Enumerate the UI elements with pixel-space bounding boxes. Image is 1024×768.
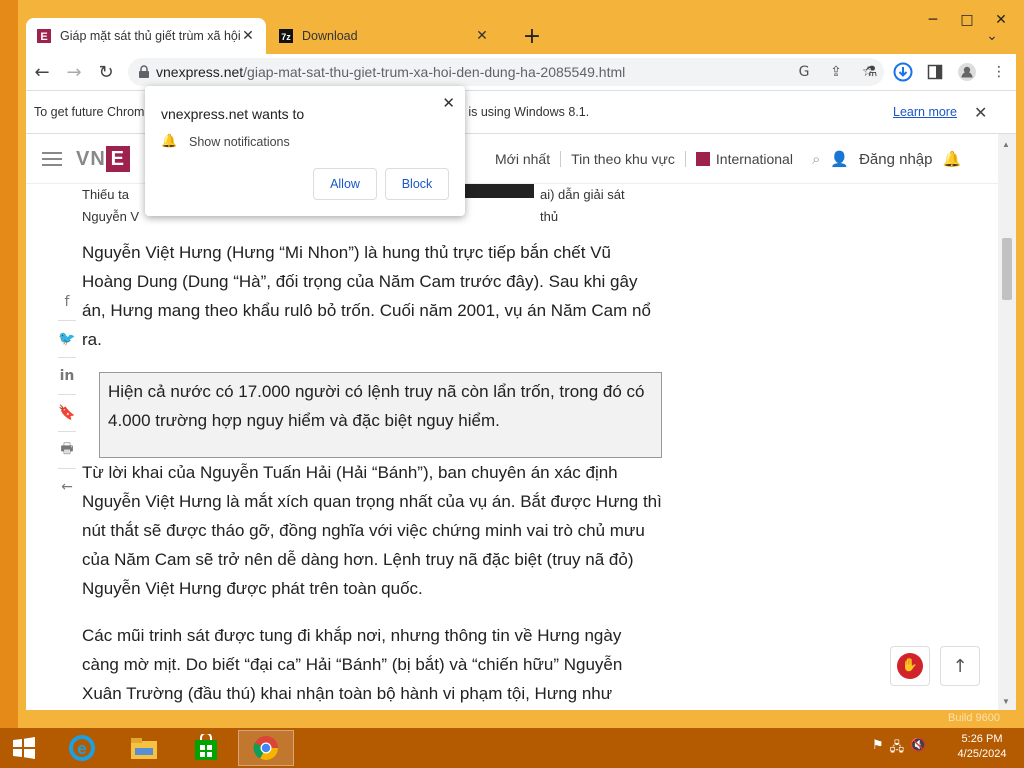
system-tray: ⚑ 🖧 🔇: [872, 738, 926, 760]
lock-icon[interactable]: [136, 64, 152, 80]
floating-buttons: ✋ ↑: [890, 646, 980, 686]
article-body: Nguyễn Việt Hưng (Hưng “Mi Nhon”) là hun…: [82, 238, 662, 372]
network-icon[interactable]: 🖧: [890, 738, 905, 760]
back-arrow-icon[interactable]: ←: [54, 469, 80, 505]
paragraph: Từ lời khai của Nguyễn Tuấn Hải (Hải “Bá…: [82, 463, 662, 598]
site-nav: Mới nhất Tin theo khu vực International: [495, 151, 793, 167]
back-button[interactable]: ←: [26, 56, 58, 88]
extension-flask-icon[interactable]: ⚗: [858, 59, 884, 85]
tab-search-button[interactable]: ⌄: [978, 18, 1006, 54]
scroll-down-arrow-icon[interactable]: ▼: [1002, 697, 1010, 706]
address-bar[interactable]: vnexpress.net/giap-mat-sat-thu-giet-trum…: [128, 58, 884, 86]
page-viewport: VN E Mới nhất Tin theo khu vực Internatio…: [26, 134, 1016, 710]
caption-image-strip: [464, 184, 534, 198]
print-icon[interactable]: 🖶: [54, 432, 80, 468]
tab-vnexpress[interactable]: E Giáp mặt sát thủ giết trùm xã hội đen …: [26, 18, 266, 54]
stop-hand-icon: ✋: [897, 653, 923, 679]
tab-strip: E Giáp mặt sát thủ giết trùm xã hội đen …: [26, 18, 906, 54]
notification-bell-icon[interactable]: 🔔: [943, 150, 962, 168]
page-scrollbar[interactable]: ▲ ▼: [998, 134, 1016, 710]
scroll-up-arrow-icon[interactable]: ▲: [1002, 140, 1010, 149]
profile-avatar-icon[interactable]: [954, 59, 980, 85]
allow-button[interactable]: Allow: [313, 168, 377, 200]
pull-quote: Hiện cả nước có 17.000 người có lệnh tru…: [99, 372, 662, 458]
browser-toolbar: ← → ↻ vnexpress.net/giap-mat-sat-thu-gie…: [26, 54, 1016, 90]
side-panel-icon[interactable]: [922, 59, 948, 85]
bookmark-icon[interactable]: 🔖: [54, 395, 80, 431]
header-actions: ⌕ 👤 Đăng nhập 🔔: [812, 150, 961, 168]
volume-muted-icon[interactable]: 🔇: [910, 738, 926, 760]
article-body-continued: Từ lời khai của Nguyễn Tuấn Hải (Hải “Bá…: [82, 458, 662, 710]
permission-label: Show notifications: [189, 134, 290, 149]
paragraph: Nguyễn Việt Hưng (Hưng “Mi Nhon”) là hun…: [82, 243, 651, 349]
start-button[interactable]: [0, 730, 48, 766]
learn-more-link[interactable]: Learn more: [893, 105, 957, 119]
user-icon[interactable]: 👤: [830, 150, 849, 168]
scroll-top-button[interactable]: ↑: [940, 646, 980, 686]
arrow-up-icon: ↑: [952, 655, 968, 677]
twitter-icon[interactable]: 🐦: [54, 321, 80, 357]
search-icon[interactable]: ⌕: [812, 150, 820, 168]
tab-close-icon[interactable]: ✕: [240, 28, 256, 44]
google-translate-icon[interactable]: G: [794, 64, 814, 80]
permission-row: 🔔 Show notifications: [161, 134, 290, 149]
login-link[interactable]: Đăng nhập: [859, 151, 932, 168]
clock-date: 4/25/2024: [957, 748, 1007, 760]
chrome-window: ─ □ ✕ E Giáp mặt sát thủ giết trùm xã hộ…: [18, 0, 1024, 728]
tab-title: Giáp mặt sát thủ giết trùm xã hội đen: [60, 29, 240, 43]
flag-icon[interactable]: ⚑: [872, 738, 884, 760]
reload-button[interactable]: ↻: [90, 56, 122, 88]
tab-close-icon[interactable]: ✕: [474, 28, 490, 44]
infobar-close-icon[interactable]: ✕: [974, 103, 987, 122]
social-share-bar: f 🐦 in 🔖 🖶 ←: [54, 284, 80, 505]
nav-latest[interactable]: Mới nhất: [495, 151, 550, 167]
menu-kebab-icon[interactable]: ⋮: [986, 59, 1012, 85]
adblock-stop-button[interactable]: ✋: [890, 646, 930, 686]
tab-title: Download: [302, 29, 358, 43]
caption-left: Thiếu ta: [82, 187, 129, 202]
7zip-favicon-icon: 7z: [278, 28, 294, 44]
url-path: /giap-mat-sat-thu-giet-trum-xa-hoi-den-d…: [243, 64, 626, 80]
svg-text:7z: 7z: [281, 32, 291, 42]
logo-e: E: [105, 146, 130, 172]
international-icon: [695, 152, 710, 166]
logo-text: VN: [76, 147, 106, 170]
web-page: VN E Mới nhất Tin theo khu vực Internatio…: [26, 134, 998, 710]
facebook-icon[interactable]: f: [54, 284, 80, 320]
scrollbar-thumb[interactable]: [1002, 238, 1012, 300]
linkedin-icon[interactable]: in: [54, 358, 80, 394]
svg-text:e: e: [77, 739, 86, 758]
vnexpress-logo[interactable]: VN E: [76, 146, 130, 172]
taskbar-clock[interactable]: 5:26 PM 4/25/2024: [944, 732, 1020, 762]
caption-line2: Nguyễn V: [82, 209, 140, 224]
nav-regional[interactable]: Tin theo khu vực: [571, 151, 675, 167]
chrome-taskbar-icon[interactable]: [238, 730, 294, 766]
url-host: vnexpress.net: [156, 64, 244, 80]
popup-close-icon[interactable]: ✕: [442, 94, 455, 112]
minimize-button[interactable]: ─: [916, 8, 950, 32]
caption-right: ai) dẫn giải sát thủ: [540, 187, 625, 224]
popup-title: vnexpress.net wants to: [161, 106, 305, 122]
build-watermark: Build 9600: [948, 712, 1000, 724]
bell-icon: 🔔: [161, 134, 178, 149]
file-explorer-icon[interactable]: [116, 730, 172, 766]
share-icon[interactable]: ⇪: [826, 64, 846, 80]
internet-explorer-icon[interactable]: e: [54, 730, 110, 766]
windows-logo-icon: [13, 737, 35, 759]
notification-permission-popup: vnexpress.net wants to ✕ 🔔 Show notifica…: [145, 86, 465, 216]
svg-text:E: E: [40, 31, 47, 43]
paragraph: Các mũi trinh sát được tung đi khắp nơi,…: [82, 626, 623, 703]
windows-store-icon[interactable]: [178, 730, 234, 766]
hamburger-menu-icon[interactable]: [42, 152, 62, 166]
forward-button[interactable]: →: [58, 56, 90, 88]
block-button[interactable]: Block: [385, 168, 449, 200]
windows-taskbar: e ⚑ 🖧 🔇 5:26 PM 4/25/2024: [0, 728, 1024, 768]
clock-time: 5:26 PM: [961, 733, 1003, 745]
tab-download[interactable]: 7z Download ✕: [268, 18, 500, 54]
vnexpress-favicon-icon: E: [36, 28, 52, 44]
nav-international[interactable]: International: [716, 151, 793, 167]
download-icon[interactable]: [890, 59, 916, 85]
new-tab-button[interactable]: +: [518, 18, 546, 54]
